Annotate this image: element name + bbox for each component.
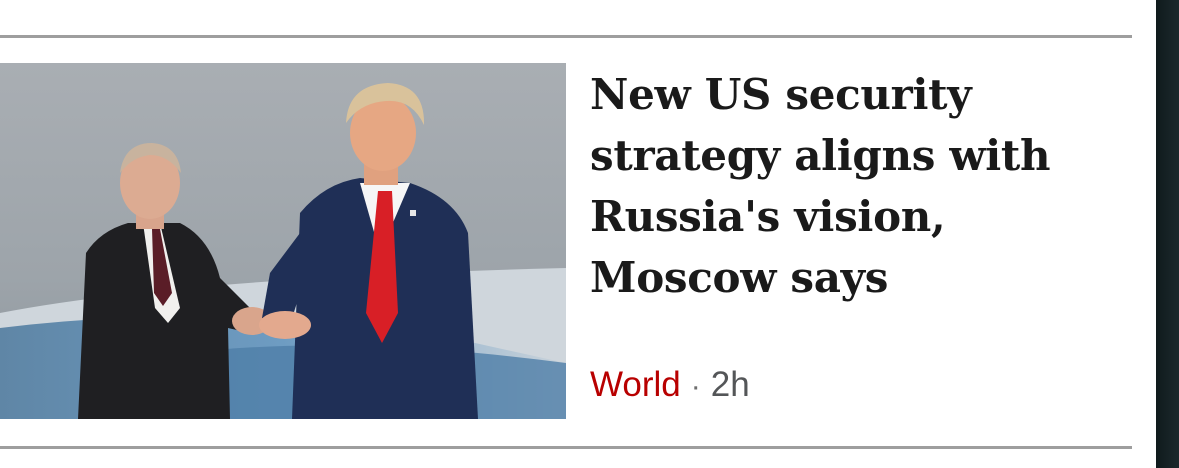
story-thumbnail[interactable] xyxy=(0,63,566,419)
bottom-divider xyxy=(0,446,1132,449)
section-link[interactable]: World xyxy=(590,365,681,404)
right-edge-panel xyxy=(1156,0,1179,468)
meta-separator: · xyxy=(690,370,701,403)
story-meta: World · 2h xyxy=(590,360,750,412)
story-timestamp: 2h xyxy=(710,365,750,404)
story-card[interactable]: New US security strategy aligns with Rus… xyxy=(0,38,1132,446)
story-headline[interactable]: New US security strategy aligns with Rus… xyxy=(590,64,1110,308)
news-feed: New US security strategy aligns with Rus… xyxy=(0,0,1156,468)
